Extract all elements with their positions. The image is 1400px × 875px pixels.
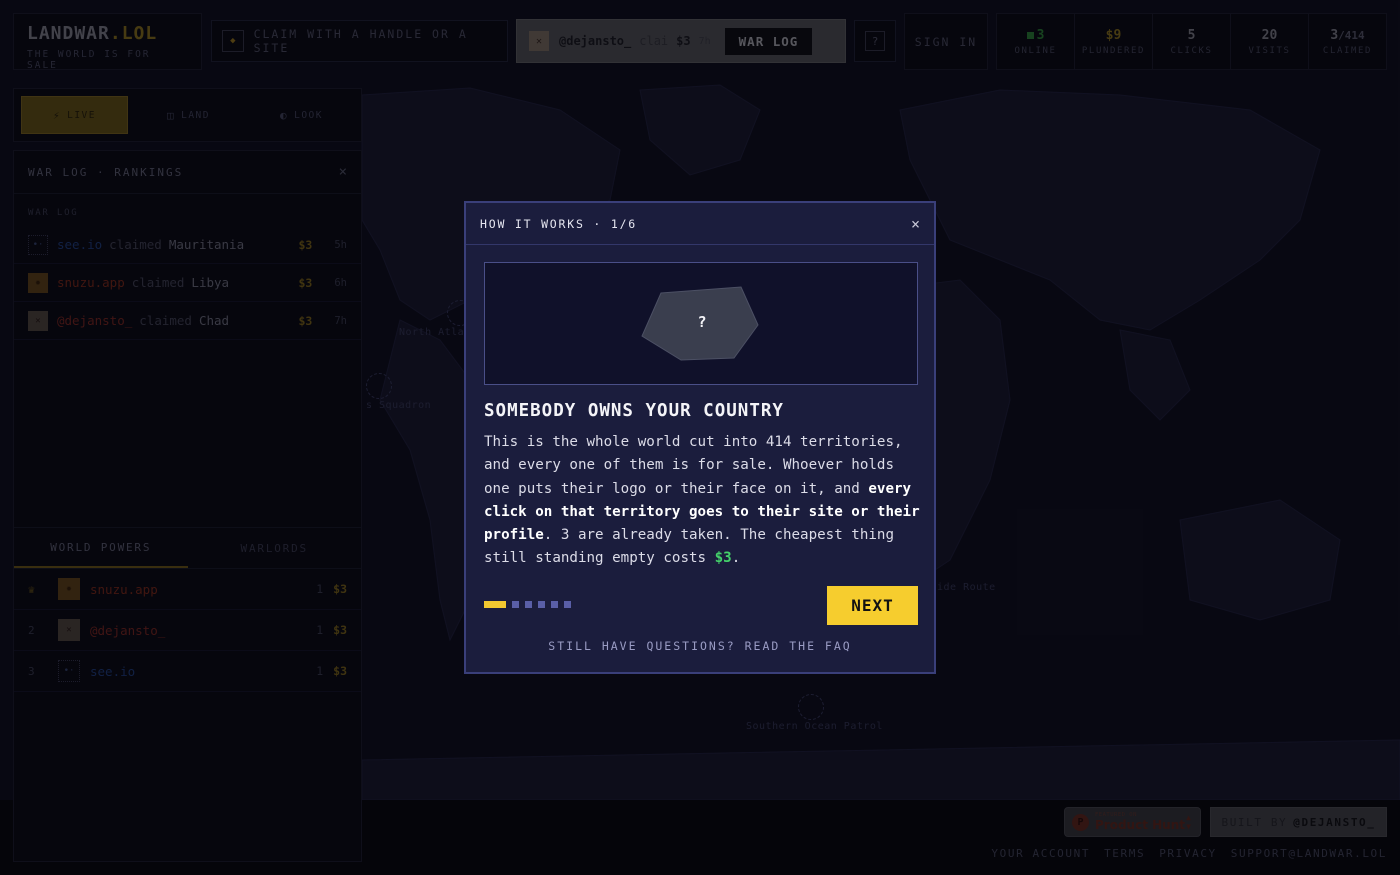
list-item[interactable]: •· see.io claimed Mauritania $3 5h <box>14 226 361 264</box>
mode-land-button[interactable]: ◫ LAND <box>136 96 241 134</box>
how-it-works-modal: HOW IT WORKS · 1/6 × ? SOMEBODY OWNS YOU… <box>464 201 936 674</box>
question-icon: ? <box>865 31 885 51</box>
route-label-southern-ocean: Southern Ocean Patrol <box>746 721 883 732</box>
step-dot <box>512 601 519 608</box>
avatar: •· <box>28 234 48 255</box>
ticker-handle: @dejansto_ <box>559 34 632 48</box>
modal-title: SOMEBODY OWNS YOUR COUNTRY <box>484 401 784 421</box>
claim-input[interactable]: ◆ CLAIM WITH A HANDLE OR A SITE <box>211 20 508 62</box>
brand-logo: LANDWAR.LOL <box>27 23 158 44</box>
next-button[interactable]: NEXT <box>827 586 918 625</box>
stat-claimed: 3/414 CLAIMED <box>1322 27 1373 56</box>
mode-switcher: ⚡ LIVE ◫ LAND ◐ LOOK <box>13 88 362 142</box>
war-log-label: WAR LOG <box>28 208 79 218</box>
stat-clicks: 5 CLICKS <box>1153 14 1231 69</box>
crown-icon: ♛ <box>28 582 35 596</box>
built-by-link[interactable]: BUILT BY @DEJANSTO_ <box>1210 807 1387 837</box>
contrast-icon: ◐ <box>279 108 289 122</box>
avatar-icon: ✕ <box>529 31 549 51</box>
faq-link[interactable]: STILL HAVE QUESTIONS? READ THE FAQ <box>466 639 934 653</box>
ticker-age: 7h <box>698 35 711 47</box>
ticker-price: $3 <box>676 34 691 48</box>
mode-look-button[interactable]: ◐ LOOK <box>249 96 354 134</box>
online-dot-icon <box>1026 31 1034 39</box>
brand-block[interactable]: LANDWAR.LOL THE WORLD IS FOR SALE <box>13 13 202 71</box>
route-label-squadron: s Squadron <box>366 400 432 411</box>
war-log-ticker[interactable]: ✕ @dejansto_ clai $3 7h WAR LOG <box>516 19 846 63</box>
avatar: •· <box>58 660 80 682</box>
tab-world-powers[interactable]: WORLD POWERS <box>14 528 188 568</box>
avatar: ✕ <box>28 310 48 331</box>
route-marker[interactable] <box>366 373 392 399</box>
step-dot <box>564 601 571 608</box>
mode-live-button[interactable]: ⚡ LIVE <box>21 96 128 134</box>
tab-warlords[interactable]: WARLORDS <box>188 528 362 568</box>
grid-icon: ◫ <box>166 108 176 122</box>
panel-title: WAR LOG · RANKINGS <box>28 165 184 179</box>
table-row[interactable]: 3 •· see.io 1 $3 <box>14 651 361 692</box>
table-row[interactable]: ♛ ✹ snuzu.app 1 $3 <box>14 569 361 610</box>
close-icon[interactable]: × <box>911 215 920 233</box>
avatar: ✕ <box>58 619 80 641</box>
footer-link-support[interactable]: SUPPORT@LANDWAR.LOL <box>1231 847 1387 860</box>
stat-plundered: $9 PLUNDERED <box>1075 14 1153 69</box>
ticker-verb: clai <box>639 34 669 48</box>
stats-bar: 3 ONLINE $9 PLUNDERED 5 CLICKS 20 VISITS… <box>996 13 1387 70</box>
footer-link-privacy[interactable]: PRIVACY <box>1159 847 1217 860</box>
list-item[interactable]: ✹ snuzu.app claimed Libya $3 6h <box>14 264 361 302</box>
footer-link-account[interactable]: YOUR ACCOUNT <box>991 847 1090 860</box>
upvote-icon: ▲ ▼ <box>1186 813 1191 831</box>
territory-illustration: ? <box>484 262 918 385</box>
avatar: ✹ <box>28 272 48 293</box>
footer-links: YOUR ACCOUNT TERMS PRIVACY SUPPORT@LANDW… <box>991 847 1387 860</box>
route-label-north-atlantic: North Atla <box>399 327 465 338</box>
modal-header: HOW IT WORKS · 1/6 <box>480 216 638 231</box>
close-icon[interactable]: × <box>339 164 347 180</box>
list-item[interactable]: ✕ @dejansto_ claimed Chad $3 7h <box>14 302 361 340</box>
step-dot <box>538 601 545 608</box>
footer-link-terms[interactable]: TERMS <box>1104 847 1145 860</box>
step-dot-active <box>484 601 506 608</box>
avatar: ✹ <box>58 578 80 600</box>
rankings-list: ♛ ✹ snuzu.app 1 $3 2 ✕ @dejansto_ 1 $3 3… <box>14 569 361 692</box>
unknown-owner-mark: ? <box>697 313 707 331</box>
sign-in-button[interactable]: SIGN IN <box>904 13 988 70</box>
brand-tagline: THE WORLD IS FOR SALE <box>27 49 151 71</box>
modal-body: This is the whole world cut into 414 ter… <box>484 434 920 567</box>
rankings-tabs: WORLD POWERS WARLORDS <box>14 527 361 569</box>
help-button[interactable]: ? <box>854 20 896 62</box>
product-hunt-icon: P <box>1072 813 1089 831</box>
route-label-silk-route: ide Route <box>937 582 996 593</box>
claim-placeholder: CLAIM WITH A HANDLE OR A SITE <box>253 27 468 55</box>
table-row[interactable]: 2 ✕ @dejansto_ 1 $3 <box>14 610 361 651</box>
lightning-icon: ⚡ <box>52 108 62 122</box>
war-log-button[interactable]: WAR LOG <box>724 27 813 55</box>
step-dot <box>525 601 532 608</box>
step-indicator <box>484 601 571 608</box>
product-hunt-badge[interactable]: P FEATURED ON Product Hunt ▲ ▼ <box>1064 807 1201 837</box>
war-log-panel: WAR LOG · RANKINGS × WAR LOG •· see.io c… <box>13 150 362 862</box>
step-dot <box>551 601 558 608</box>
diamond-icon: ◆ <box>222 30 244 52</box>
stat-visits: 20 VISITS <box>1231 14 1309 69</box>
stat-online: 3 ONLINE <box>997 14 1075 69</box>
route-marker[interactable] <box>798 694 824 720</box>
